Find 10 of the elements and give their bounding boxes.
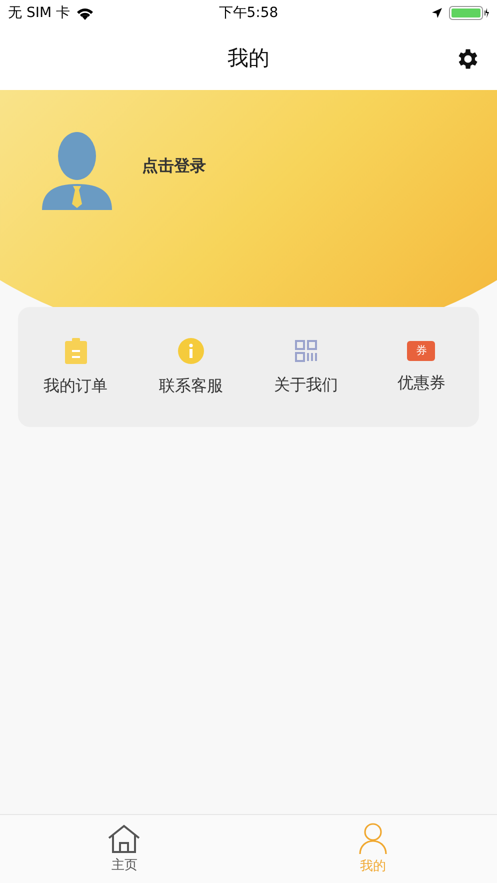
carrier-text: 无 SIM 卡 xyxy=(8,4,70,22)
menu-item[interactable]: 优惠券 xyxy=(397,372,446,394)
coupon-icon: 券 xyxy=(407,340,436,360)
tab-item[interactable]: 主页 xyxy=(0,815,248,883)
menu-item[interactable]: 我的订单 xyxy=(44,376,108,396)
menu-item[interactable]: 联系客服 xyxy=(158,376,223,396)
login-link[interactable]: 点击登录 xyxy=(142,156,206,177)
menu-item[interactable]: 关于我们 xyxy=(274,374,338,396)
page-title: 我的 xyxy=(228,45,270,72)
clock-text: 下午5:58 xyxy=(218,4,278,22)
